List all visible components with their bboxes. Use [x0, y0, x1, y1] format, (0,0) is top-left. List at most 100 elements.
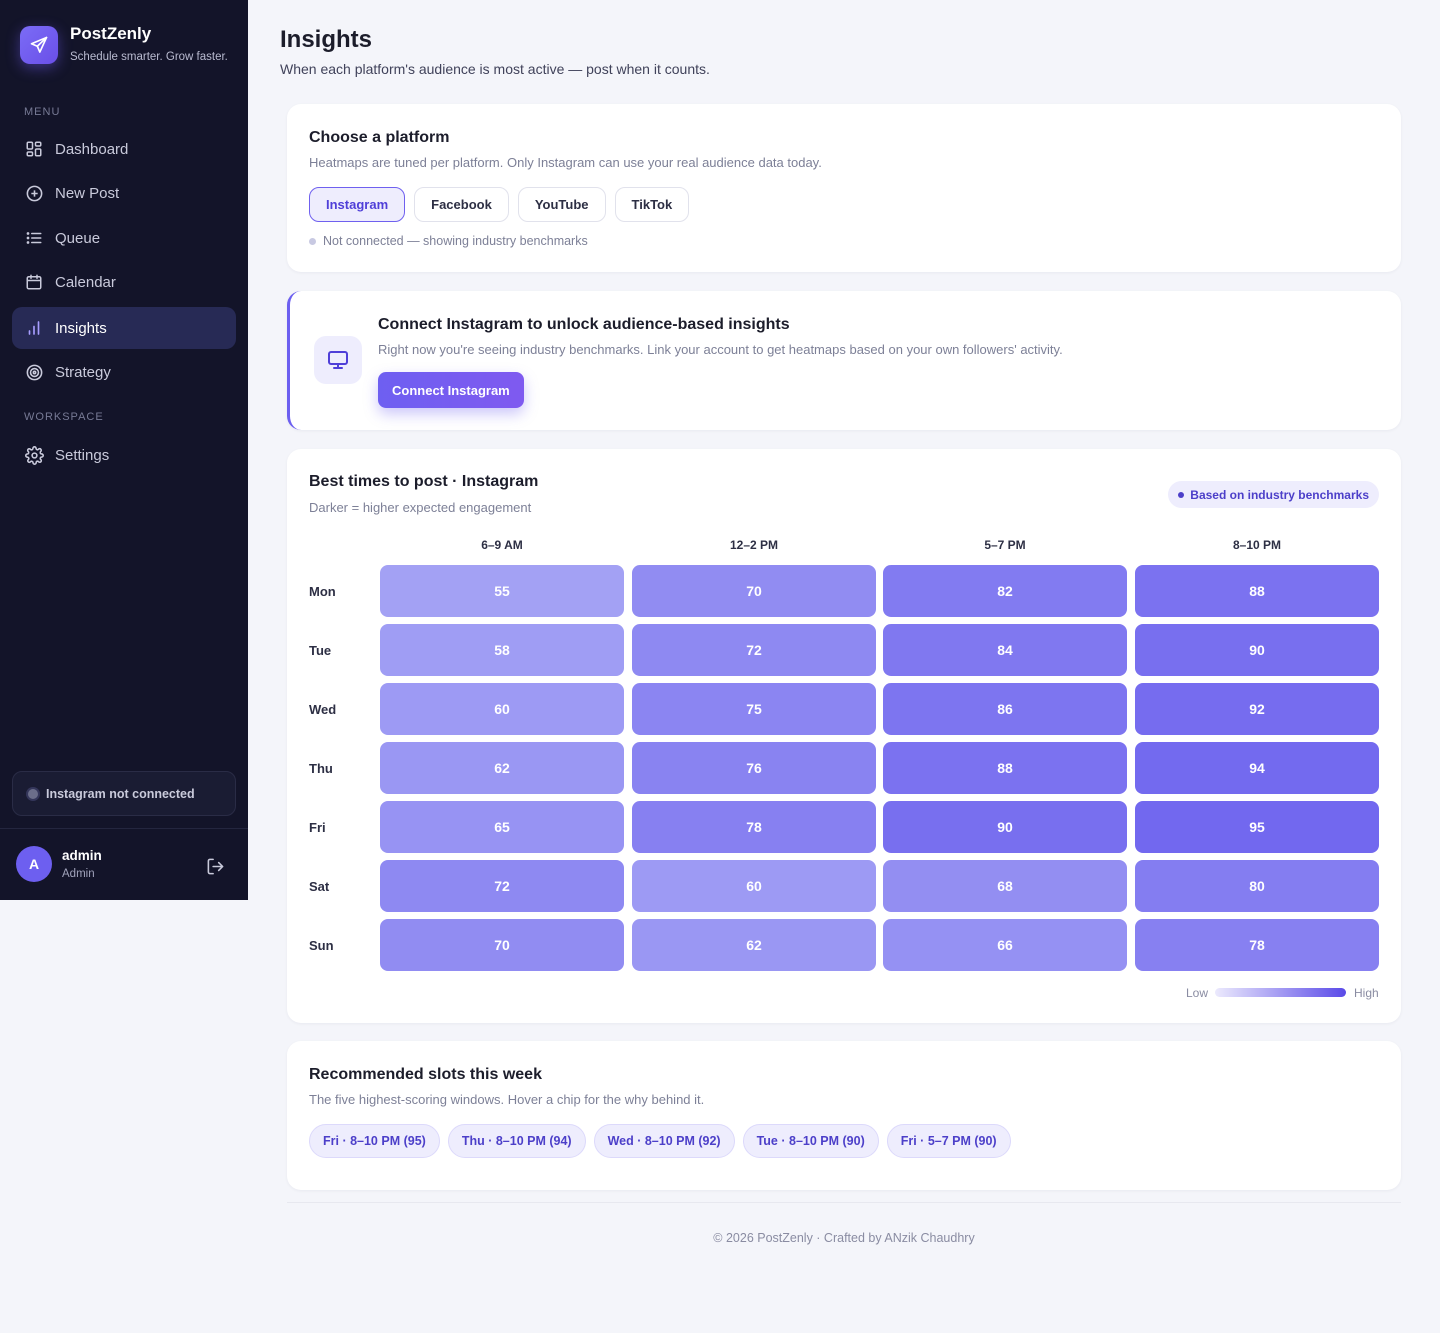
heatmap-row-label: Sun [309, 938, 334, 953]
tab-tiktok[interactable]: TikTok [614, 187, 690, 222]
heatmap-cell[interactable]: 62 [632, 919, 876, 971]
platform-card-title: Choose a platform [309, 129, 450, 146]
page-subtitle: When each platform's audience is most ac… [280, 61, 710, 77]
connect-card-subtitle: Right now you're seeing industry benchma… [378, 342, 1063, 357]
heatmap-cell[interactable]: 68 [883, 860, 1127, 912]
recommended-title: Recommended slots this week [309, 1066, 542, 1083]
gear-icon [24, 445, 44, 465]
heatmap-row-label: Tue [309, 643, 332, 658]
heatmap-cell[interactable]: 92 [1135, 683, 1379, 735]
brand-tagline: Schedule smarter. Grow faster. [70, 51, 228, 63]
brand-name: PostZenly [70, 24, 152, 43]
platform-tabs: Instagram Facebook YouTube TikTok [309, 187, 698, 222]
footer-divider [287, 1202, 1401, 1203]
heatmap-cell[interactable]: 86 [883, 683, 1127, 735]
heatmap-cell[interactable]: 82 [883, 565, 1127, 617]
heatmap-cell[interactable]: 55 [380, 565, 624, 617]
tab-instagram[interactable]: Instagram [309, 187, 406, 222]
recommended-card: Recommended slots this week The five hig… [287, 1041, 1401, 1190]
platform-card: Choose a platform Heatmaps are tuned per… [287, 104, 1401, 272]
sidebar-item-label: Strategy [55, 363, 111, 381]
heatmap-column-label: 12–2 PM [729, 538, 779, 552]
heatmap-card: Best times to post · Instagram Darker = … [287, 449, 1401, 1023]
slot-chip[interactable]: Tue · 8–10 PM (90) [742, 1124, 879, 1158]
legend-gradient-bar [1215, 988, 1346, 997]
heatmap-row-label: Sat [309, 879, 330, 894]
slot-chip[interactable]: Fri · 8–10 PM (95) [309, 1124, 440, 1158]
sidebar-item-settings[interactable]: Settings [12, 434, 236, 476]
heatmap-cell[interactable]: 70 [380, 919, 624, 971]
legend-low-label: Low [1186, 986, 1209, 1000]
slot-chip[interactable]: Fri · 5–7 PM (90) [886, 1124, 1011, 1158]
dashboard-icon [24, 139, 44, 159]
connection-note-text: Not connected — showing industry benchma… [323, 234, 588, 248]
logout-icon[interactable] [204, 855, 226, 877]
heatmap-title: Best times to post · Instagram [309, 473, 539, 490]
connection-note: Not connected — showing industry benchma… [309, 234, 588, 248]
target-icon [24, 362, 44, 382]
heatmap-row-label: Thu [309, 761, 333, 776]
sidebar-item-dashboard[interactable]: Dashboard [12, 128, 236, 170]
page-title: Insights [280, 26, 373, 53]
heatmap-cell[interactable]: 75 [632, 683, 876, 735]
connect-card-title: Connect Instagram to unlock audience-bas… [378, 316, 790, 333]
heatmap-cell[interactable]: 76 [632, 742, 876, 794]
heatmap-cell[interactable]: 60 [632, 860, 876, 912]
user-name: admin [62, 848, 102, 863]
heatmap-cell[interactable]: 70 [632, 565, 876, 617]
heatmap-row-label: Mon [309, 584, 336, 599]
badge-text: Based on industry benchmarks [1190, 487, 1369, 502]
tab-youtube[interactable]: YouTube [517, 187, 606, 222]
heatmap-cell[interactable]: 94 [1135, 742, 1379, 794]
heatmap-column-label: 6–9 AM [481, 538, 523, 552]
heatmap-cell[interactable]: 62 [380, 742, 624, 794]
monitor-icon [314, 336, 362, 384]
footer: © 2026 PostZenly · Crafted by ANzik Chau… [713, 1231, 975, 1245]
heatmap-cell[interactable]: 65 [380, 801, 624, 853]
heatmap-cell[interactable]: 78 [1135, 919, 1379, 971]
instagram-status-text: Instagram not connected [46, 786, 195, 801]
heatmap-cell[interactable]: 72 [632, 624, 876, 676]
connect-instagram-button[interactable]: Connect Instagram [378, 372, 524, 408]
user-profile[interactable]: A admin Admin [16, 846, 102, 882]
slot-chip[interactable]: Wed · 8–10 PM (92) [593, 1124, 735, 1158]
sidebar-item-queue[interactable]: Queue [12, 217, 236, 259]
heatmap-cell[interactable]: 88 [883, 742, 1127, 794]
sidebar-item-label: Settings [55, 446, 110, 464]
heatmap-row-label: Fri [309, 820, 326, 835]
menu-section-label: MENU [24, 106, 61, 118]
heatmap-cell[interactable]: 78 [632, 801, 876, 853]
sidebar-item-label: New Post [55, 184, 120, 202]
slot-chip[interactable]: Thu · 8–10 PM (94) [447, 1124, 586, 1158]
sidebar-item-label: Insights [55, 319, 107, 337]
sidebar-item-label: Calendar [55, 273, 116, 291]
paper-plane-icon [20, 26, 58, 64]
heatmap-subtitle: Darker = higher expected engagement [309, 500, 532, 515]
heatmap-cell[interactable]: 95 [1135, 801, 1379, 853]
sidebar-item-calendar[interactable]: Calendar [12, 261, 236, 303]
status-dot-icon [309, 237, 316, 245]
sidebar: PostZenly Schedule smarter. Grow faster.… [0, 0, 248, 900]
status-dot-icon [28, 788, 38, 799]
connect-card: Connect Instagram to unlock audience-bas… [287, 291, 1401, 430]
heatmap-cell[interactable]: 90 [1135, 624, 1379, 676]
heatmap-cell[interactable]: 66 [883, 919, 1127, 971]
heatmap-cell[interactable]: 88 [1135, 565, 1379, 617]
brand[interactable]: PostZenly Schedule smarter. Grow faster. [20, 24, 228, 64]
heatmap-cell[interactable]: 90 [883, 801, 1127, 853]
benchmark-badge: Based on industry benchmarks [1168, 481, 1379, 508]
sidebar-item-insights[interactable]: Insights [12, 307, 236, 349]
heatmap-cell[interactable]: 60 [380, 683, 624, 735]
heatmap-cell[interactable]: 84 [883, 624, 1127, 676]
sidebar-item-strategy[interactable]: Strategy [12, 351, 236, 393]
heatmap-row-label: Wed [309, 702, 337, 717]
badge-dot-icon [1178, 491, 1185, 498]
recommended-chips: Fri · 8–10 PM (95) Thu · 8–10 PM (94) We… [309, 1124, 1019, 1158]
sidebar-item-label: Dashboard [55, 140, 129, 158]
heatmap-cell[interactable]: 80 [1135, 860, 1379, 912]
sidebar-item-new-post[interactable]: New Post [12, 172, 236, 214]
heatmap-cell[interactable]: 72 [380, 860, 624, 912]
sidebar-item-label: Queue [55, 229, 101, 247]
heatmap-cell[interactable]: 58 [380, 624, 624, 676]
tab-facebook[interactable]: Facebook [414, 187, 509, 222]
